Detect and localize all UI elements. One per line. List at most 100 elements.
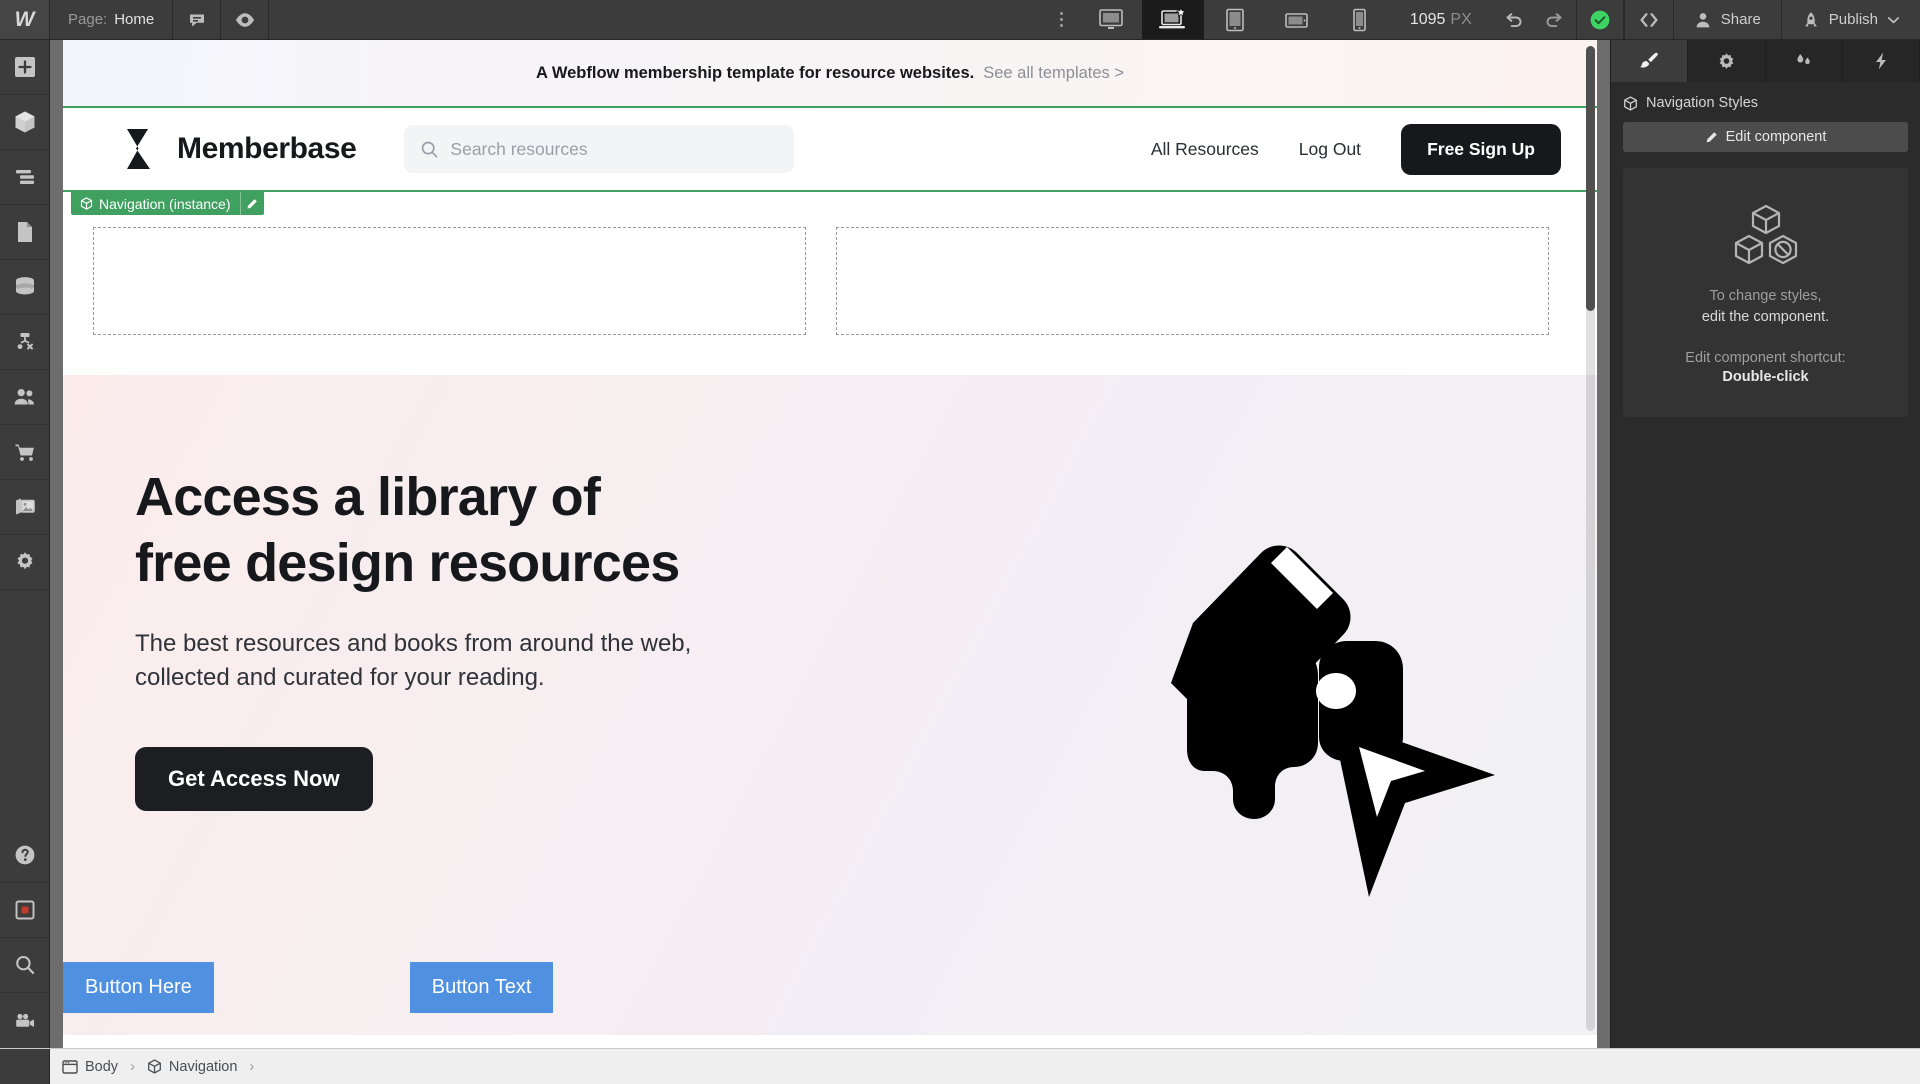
sidebar-item-settings[interactable]: [0, 535, 49, 590]
users-icon: [14, 389, 34, 405]
record-square-icon: [15, 900, 34, 920]
sidebar-item-pages[interactable]: [0, 205, 49, 260]
left-toolbar: [0, 40, 50, 1048]
sidebar-item-assets[interactable]: [0, 480, 49, 535]
site-navbar: Memberbase Search resources All Resource…: [63, 106, 1597, 192]
question-circle-icon: [15, 845, 34, 865]
chevron-down-icon: [1887, 16, 1900, 23]
breadcrumb-body-label: Body: [85, 1058, 119, 1075]
plus-icon: [14, 57, 35, 77]
redo-icon[interactable]: [1534, 0, 1576, 39]
saved-check-icon[interactable]: [1575, 0, 1624, 39]
sidebar-item-cms[interactable]: [0, 260, 49, 315]
breakpoint-desktop-large[interactable]: [1080, 0, 1142, 39]
page-icon: [17, 222, 32, 242]
sidebar-item-ecommerce[interactable]: [0, 425, 49, 480]
navigation-component[interactable]: Memberbase Search resources All Resource…: [63, 106, 1597, 215]
sidebar-item-record-video[interactable]: [0, 883, 49, 938]
notice-line-4: Double-click: [1722, 369, 1809, 386]
search-input[interactable]: Search resources: [404, 125, 795, 173]
sidebar-item-users[interactable]: [0, 370, 49, 425]
site-announcement-banner: A Webflow membership template for resour…: [63, 40, 1597, 106]
comment-icon[interactable]: [173, 0, 222, 39]
cube-icon: [15, 111, 34, 133]
selection-badge-edit-button[interactable]: [239, 192, 264, 215]
sidebar-item-add-elements[interactable]: [0, 40, 49, 95]
sidebar-item-search[interactable]: [0, 938, 49, 993]
share-button[interactable]: Share: [1674, 0, 1782, 39]
edit-component-label: Edit component: [1725, 129, 1827, 145]
page-value: Home: [114, 11, 155, 28]
canvas-width-indicator[interactable]: 1095 PX: [1390, 0, 1492, 39]
breakpoint-tablet[interactable]: [1204, 0, 1266, 39]
right-panel-tabs: [1611, 40, 1920, 82]
top-toolbar: W Page: Home 1095 PX Share Publish: [0, 0, 1920, 40]
breadcrumb-navigation[interactable]: Navigation: [145, 1059, 240, 1075]
images-icon: [15, 498, 35, 515]
hero-extra-buttons: Button Here Button Text: [63, 962, 554, 1013]
breakpoint-mobile-landscape[interactable]: [1266, 0, 1328, 39]
button-text[interactable]: Button Text: [409, 962, 554, 1013]
magnifier-icon: [15, 956, 34, 975]
locked-component-notice: To change styles, edit the component. Ed…: [1623, 168, 1908, 418]
button-here[interactable]: Button Here: [63, 962, 214, 1013]
publish-label: Publish: [1828, 11, 1878, 28]
sidebar-item-video-tutorials[interactable]: [0, 993, 49, 1048]
sidebar-item-navigator[interactable]: [0, 150, 49, 205]
tab-settings[interactable]: [1688, 40, 1766, 82]
breadcrumb-navigation-label: Navigation: [168, 1058, 238, 1075]
free-sign-up-button[interactable]: Free Sign Up: [1401, 123, 1561, 175]
rail-spacer: [0, 590, 49, 828]
sidebar-item-logic[interactable]: [0, 315, 49, 370]
tab-interactions[interactable]: [1766, 40, 1843, 82]
right-panel: Navigation Styles Edit component To chan…: [1610, 40, 1920, 1048]
cart-icon: [15, 444, 34, 461]
breakpoint-desktop-base[interactable]: [1141, 0, 1204, 39]
notice-line-1: To change styles,: [1709, 288, 1822, 304]
sidebar-item-components[interactable]: [0, 95, 49, 150]
eye-preview-icon[interactable]: [221, 0, 270, 39]
site-canvas: A Webflow membership template for resour…: [63, 40, 1597, 1048]
canvas-width-unit: PX: [1450, 10, 1472, 28]
undo-icon[interactable]: [1492, 0, 1534, 39]
canvas-scrollbar-thumb[interactable]: [1586, 46, 1595, 311]
search-placeholder: Search resources: [450, 138, 588, 159]
tab-effects[interactable]: [1843, 40, 1920, 82]
empty-div-block-left[interactable]: [93, 227, 806, 335]
breadcrumb-rail-pad: [0, 1049, 50, 1084]
flow-icon: [17, 333, 33, 350]
body-window-icon: [62, 1059, 78, 1074]
publish-button[interactable]: Publish: [1782, 0, 1920, 39]
banner-link[interactable]: See all templates >: [983, 64, 1124, 83]
mobile-portrait-icon: [1353, 8, 1366, 31]
breadcrumb-separator-1: ›: [130, 1058, 135, 1075]
toolbar-right-group: Share Publish: [1492, 0, 1920, 39]
webflow-logo-icon[interactable]: W: [0, 0, 50, 39]
selection-badge: Navigation (instance): [71, 192, 264, 215]
monitor-icon: [1099, 8, 1123, 29]
empty-div-block-right[interactable]: [836, 227, 1549, 335]
notice-line-2: edit the component.: [1701, 309, 1830, 326]
database-icon: [15, 277, 34, 295]
breadcrumb-bar: Body › Navigation ›: [0, 1048, 1920, 1084]
selection-badge-text: Navigation (instance): [99, 195, 231, 212]
page-selector[interactable]: Page: Home: [50, 0, 174, 39]
more-options-icon[interactable]: [1044, 0, 1080, 39]
locked-component-icon: [1734, 204, 1797, 265]
breadcrumb-body[interactable]: Body: [60, 1059, 120, 1075]
tab-style[interactable]: [1611, 40, 1689, 82]
breadcrumb-separator-2: ›: [249, 1058, 255, 1075]
brand-group[interactable]: Memberbase: [123, 128, 357, 170]
get-access-now-button[interactable]: Get Access Now: [135, 746, 373, 811]
breakpoint-mobile-portrait[interactable]: [1328, 0, 1390, 39]
edit-component-button[interactable]: Edit component: [1623, 122, 1908, 152]
nav-link-log-out[interactable]: Log Out: [1299, 139, 1361, 160]
sidebar-item-help[interactable]: [0, 828, 49, 883]
canvas-scrollbar[interactable]: [1586, 46, 1595, 1031]
code-brackets-icon[interactable]: [1623, 0, 1674, 39]
webflow-logo-label: W: [14, 7, 35, 31]
nav-link-all-resources[interactable]: All Resources: [1151, 139, 1259, 160]
panel-title: Navigation Styles: [1646, 95, 1759, 111]
pencil-icon: [1706, 131, 1717, 142]
